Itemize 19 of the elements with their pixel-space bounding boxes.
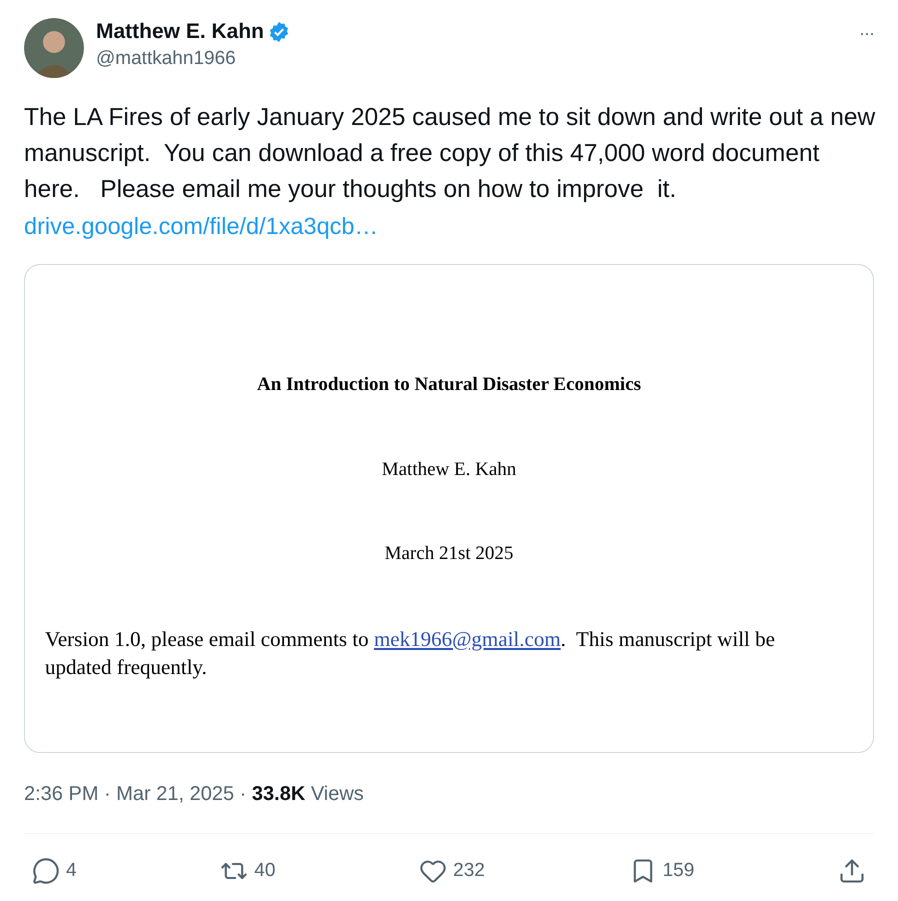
document-preview-card[interactable]: An Introduction to Natural Disaster Economics Matthew E. Kahn March 21st 2025 Version 1.0, please email comments to mek1966@gmail.com. This manuscript will be updated frequently. xyxy=(24,264,874,753)
reply-button[interactable]: 4 xyxy=(32,856,77,886)
document-note: Version 1.0, please email comments to mek1966@gmail.com. This manuscript will be updated frequently. xyxy=(45,626,776,680)
email-link[interactable]: mek1966@gmail.com xyxy=(374,626,561,650)
share-icon xyxy=(838,857,866,885)
bookmark-button[interactable]: 159 xyxy=(628,856,694,886)
avatar[interactable] xyxy=(24,18,84,78)
more-button[interactable]: ··· xyxy=(859,20,874,47)
speech-bubble-icon xyxy=(32,857,60,885)
tweet-meta: 2:36 PM · Mar 21, 2025 · 33.8K Views xyxy=(24,782,365,807)
author-name[interactable]: Matthew E. Kahn xyxy=(96,18,264,46)
document-title: An Introduction to Natural Disaster Economics xyxy=(256,373,642,397)
document-date: March 21st 2025 xyxy=(384,542,514,566)
share-button[interactable] xyxy=(838,857,866,885)
repost-button[interactable]: 40 xyxy=(220,856,276,886)
tweet-text: The LA Fires of early January 2025 caused me to sit down and write out a new manuscript. You can download a free copy of this 47,000 word document here. Please email me your thoughts on how to improve it. xyxy=(24,103,876,205)
document-author: Matthew E. Kahn xyxy=(380,458,518,482)
like-button[interactable]: 232 xyxy=(419,856,485,886)
author-handle[interactable]: @mattkahn1966 xyxy=(96,46,290,72)
